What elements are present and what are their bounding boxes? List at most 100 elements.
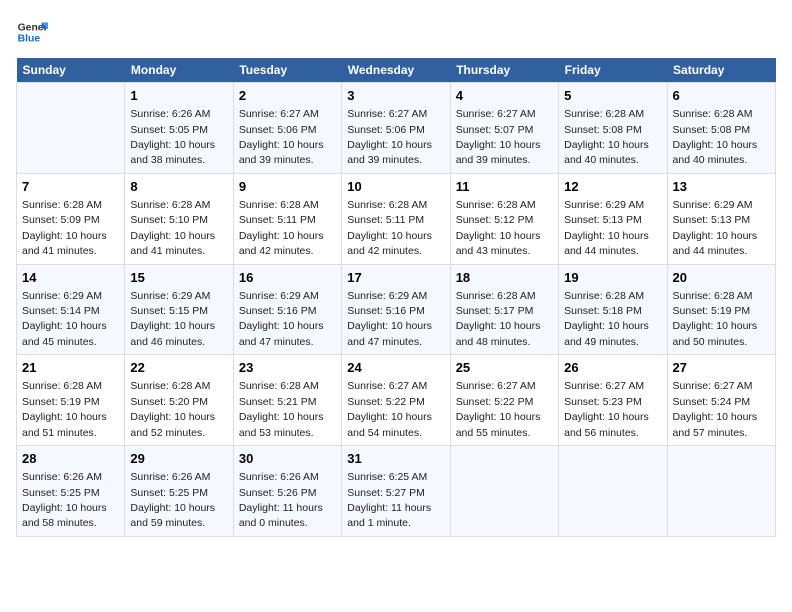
day-info: Sunrise: 6:28 AM Sunset: 5:12 PM Dayligh… — [456, 199, 541, 257]
day-number: 9 — [239, 178, 336, 196]
day-number: 29 — [130, 450, 227, 468]
calendar-cell — [450, 446, 558, 537]
day-header-monday: Monday — [125, 58, 233, 83]
day-info: Sunrise: 6:29 AM Sunset: 5:14 PM Dayligh… — [22, 290, 107, 348]
calendar-cell: 3 Sunrise: 6:27 AM Sunset: 5:06 PM Daylig… — [342, 83, 450, 174]
day-number: 17 — [347, 269, 444, 287]
day-number: 30 — [239, 450, 336, 468]
day-info: Sunrise: 6:28 AM Sunset: 5:11 PM Dayligh… — [347, 199, 432, 257]
day-info: Sunrise: 6:29 AM Sunset: 5:16 PM Dayligh… — [347, 290, 432, 348]
day-header-saturday: Saturday — [667, 58, 775, 83]
day-info: Sunrise: 6:27 AM Sunset: 5:22 PM Dayligh… — [347, 380, 432, 438]
calendar-cell: 4 Sunrise: 6:27 AM Sunset: 5:07 PM Daylig… — [450, 83, 558, 174]
main-container: General Blue SundayMondayTuesdayWednesda… — [0, 0, 792, 545]
day-number: 4 — [456, 87, 553, 105]
day-number: 15 — [130, 269, 227, 287]
day-number: 3 — [347, 87, 444, 105]
day-number: 26 — [564, 359, 661, 377]
day-info: Sunrise: 6:28 AM Sunset: 5:19 PM Dayligh… — [673, 290, 758, 348]
calendar-cell: 21Sunrise: 6:28 AM Sunset: 5:19 PM Dayli… — [17, 355, 125, 446]
calendar-cell: 29 Sunrise: 6:26 AM Sunset: 5:25 PM Dayli… — [125, 446, 233, 537]
day-number: 21 — [22, 359, 119, 377]
calendar-cell: 8 Sunrise: 6:28 AM Sunset: 5:10 PM Daylig… — [125, 173, 233, 264]
logo-icon: General Blue — [16, 16, 48, 48]
calendar-cell: 16 Sunrise: 6:29 AM Sunset: 5:16 PM Dayli… — [233, 264, 341, 355]
day-number: 1 — [130, 87, 227, 105]
day-number: 2 — [239, 87, 336, 105]
week-row-0: 1 Sunrise: 6:26 AM Sunset: 5:05 PM Daylig… — [17, 83, 776, 174]
day-number: 19 — [564, 269, 661, 287]
day-info: Sunrise: 6:28 AM Sunset: 5:21 PM Dayligh… — [239, 380, 324, 438]
header: General Blue — [16, 16, 776, 48]
day-number: 8 — [130, 178, 227, 196]
day-info: Sunrise: 6:29 AM Sunset: 5:13 PM Dayligh… — [673, 199, 758, 257]
day-info: Sunrise: 6:28 AM Sunset: 5:09 PM Dayligh… — [22, 199, 107, 257]
day-header-friday: Friday — [559, 58, 667, 83]
calendar-cell: 17 Sunrise: 6:29 AM Sunset: 5:16 PM Dayli… — [342, 264, 450, 355]
day-info: Sunrise: 6:27 AM Sunset: 5:06 PM Dayligh… — [347, 108, 432, 166]
day-header-tuesday: Tuesday — [233, 58, 341, 83]
calendar-cell: 11Sunrise: 6:28 AM Sunset: 5:12 PM Dayli… — [450, 173, 558, 264]
day-number: 25 — [456, 359, 553, 377]
calendar-table: SundayMondayTuesdayWednesdayThursdayFrid… — [16, 58, 776, 537]
week-row-4: 28 Sunrise: 6:26 AM Sunset: 5:25 PM Dayli… — [17, 446, 776, 537]
day-info: Sunrise: 6:25 AM Sunset: 5:27 PM Dayligh… — [347, 471, 431, 529]
calendar-cell: 19Sunrise: 6:28 AM Sunset: 5:18 PM Dayli… — [559, 264, 667, 355]
day-info: Sunrise: 6:29 AM Sunset: 5:15 PM Dayligh… — [130, 290, 215, 348]
day-info: Sunrise: 6:27 AM Sunset: 5:06 PM Dayligh… — [239, 108, 324, 166]
calendar-cell: 24Sunrise: 6:27 AM Sunset: 5:22 PM Dayli… — [342, 355, 450, 446]
day-info: Sunrise: 6:27 AM Sunset: 5:23 PM Dayligh… — [564, 380, 649, 438]
week-row-3: 21Sunrise: 6:28 AM Sunset: 5:19 PM Dayli… — [17, 355, 776, 446]
day-info: Sunrise: 6:26 AM Sunset: 5:05 PM Dayligh… — [130, 108, 215, 166]
day-number: 27 — [673, 359, 770, 377]
calendar-cell — [667, 446, 775, 537]
day-number: 20 — [673, 269, 770, 287]
svg-text:Blue: Blue — [18, 34, 41, 45]
day-header-sunday: Sunday — [17, 58, 125, 83]
calendar-cell: 12 Sunrise: 6:29 AM Sunset: 5:13 PM Dayli… — [559, 173, 667, 264]
day-number: 28 — [22, 450, 119, 468]
calendar-cell: 10Sunrise: 6:28 AM Sunset: 5:11 PM Dayli… — [342, 173, 450, 264]
day-info: Sunrise: 6:27 AM Sunset: 5:07 PM Dayligh… — [456, 108, 541, 166]
day-number: 16 — [239, 269, 336, 287]
calendar-cell: 20 Sunrise: 6:28 AM Sunset: 5:19 PM Dayli… — [667, 264, 775, 355]
calendar-cell: 31 Sunrise: 6:25 AM Sunset: 5:27 PM Dayli… — [342, 446, 450, 537]
calendar-cell: 5 Sunrise: 6:28 AM Sunset: 5:08 PM Daylig… — [559, 83, 667, 174]
day-info: Sunrise: 6:29 AM Sunset: 5:13 PM Dayligh… — [564, 199, 649, 257]
day-number: 13 — [673, 178, 770, 196]
week-row-2: 14 Sunrise: 6:29 AM Sunset: 5:14 PM Dayli… — [17, 264, 776, 355]
day-info: Sunrise: 6:26 AM Sunset: 5:25 PM Dayligh… — [130, 471, 215, 529]
day-info: Sunrise: 6:26 AM Sunset: 5:26 PM Dayligh… — [239, 471, 323, 529]
calendar-cell: 6Sunrise: 6:28 AM Sunset: 5:08 PM Daylig… — [667, 83, 775, 174]
day-info: Sunrise: 6:28 AM Sunset: 5:11 PM Dayligh… — [239, 199, 324, 257]
day-number: 7 — [22, 178, 119, 196]
day-info: Sunrise: 6:28 AM Sunset: 5:08 PM Dayligh… — [564, 108, 649, 166]
day-info: Sunrise: 6:28 AM Sunset: 5:20 PM Dayligh… — [130, 380, 215, 438]
calendar-cell: 27Sunrise: 6:27 AM Sunset: 5:24 PM Dayli… — [667, 355, 775, 446]
calendar-cell: 15 Sunrise: 6:29 AM Sunset: 5:15 PM Dayli… — [125, 264, 233, 355]
day-header-row: SundayMondayTuesdayWednesdayThursdayFrid… — [17, 58, 776, 83]
day-info: Sunrise: 6:29 AM Sunset: 5:16 PM Dayligh… — [239, 290, 324, 348]
day-info: Sunrise: 6:28 AM Sunset: 5:10 PM Dayligh… — [130, 199, 215, 257]
day-number: 31 — [347, 450, 444, 468]
calendar-cell: 26 Sunrise: 6:27 AM Sunset: 5:23 PM Dayli… — [559, 355, 667, 446]
calendar-cell: 7 Sunrise: 6:28 AM Sunset: 5:09 PM Daylig… — [17, 173, 125, 264]
day-info: Sunrise: 6:28 AM Sunset: 5:08 PM Dayligh… — [673, 108, 758, 166]
calendar-cell: 14 Sunrise: 6:29 AM Sunset: 5:14 PM Dayli… — [17, 264, 125, 355]
calendar-cell: 9 Sunrise: 6:28 AM Sunset: 5:11 PM Daylig… — [233, 173, 341, 264]
calendar-cell: 18Sunrise: 6:28 AM Sunset: 5:17 PM Dayli… — [450, 264, 558, 355]
day-number: 14 — [22, 269, 119, 287]
day-info: Sunrise: 6:26 AM Sunset: 5:25 PM Dayligh… — [22, 471, 107, 529]
day-number: 18 — [456, 269, 553, 287]
calendar-cell: 30 Sunrise: 6:26 AM Sunset: 5:26 PM Dayli… — [233, 446, 341, 537]
day-number: 22 — [130, 359, 227, 377]
logo: General Blue — [16, 16, 48, 48]
calendar-cell: 22 Sunrise: 6:28 AM Sunset: 5:20 PM Dayli… — [125, 355, 233, 446]
calendar-cell: 13 Sunrise: 6:29 AM Sunset: 5:13 PM Dayli… — [667, 173, 775, 264]
day-info: Sunrise: 6:27 AM Sunset: 5:22 PM Dayligh… — [456, 380, 541, 438]
day-number: 5 — [564, 87, 661, 105]
calendar-cell: 25 Sunrise: 6:27 AM Sunset: 5:22 PM Dayli… — [450, 355, 558, 446]
day-number: 23 — [239, 359, 336, 377]
day-number: 12 — [564, 178, 661, 196]
calendar-cell: 2 Sunrise: 6:27 AM Sunset: 5:06 PM Daylig… — [233, 83, 341, 174]
